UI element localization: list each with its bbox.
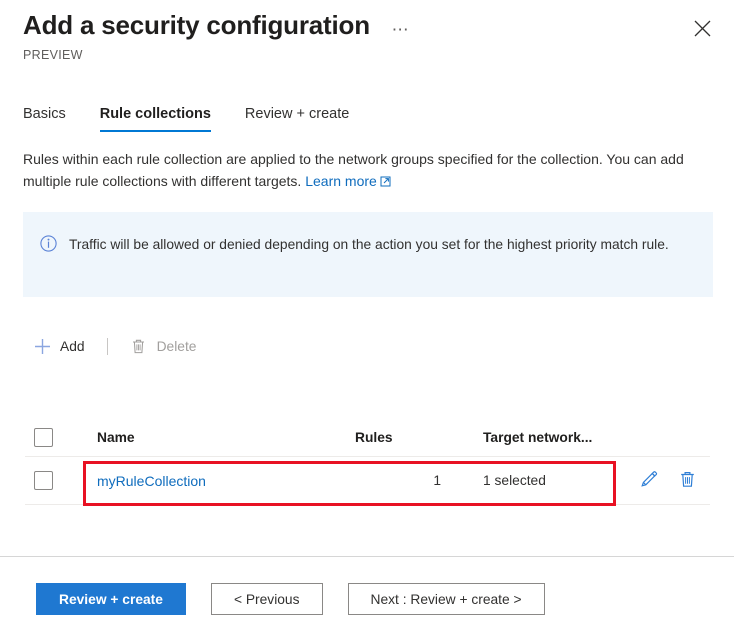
add-button-label: Add xyxy=(60,338,85,354)
delete-row-button[interactable] xyxy=(672,466,702,496)
tab-bar: Basics Rule collections Review + create xyxy=(23,100,383,132)
cell-rules-value: 1 xyxy=(433,473,441,488)
select-all-cell xyxy=(25,427,73,447)
add-security-configuration-blade: Add a security configuration ⋯ PREVIEW B… xyxy=(0,0,734,624)
edit-row-button[interactable] xyxy=(634,466,664,496)
command-bar: Add Delete xyxy=(23,328,206,364)
cell-row-actions xyxy=(612,466,710,496)
pencil-icon xyxy=(640,470,658,491)
page-title: Add a security configuration xyxy=(23,10,370,40)
row-checkbox[interactable] xyxy=(34,471,53,490)
cell-name: myRuleCollection xyxy=(73,473,355,489)
review-create-button[interactable]: Review + create xyxy=(36,583,186,615)
blade-header: Add a security configuration ⋯ PREVIEW xyxy=(0,0,734,86)
tab-basics[interactable]: Basics xyxy=(23,106,66,132)
column-header-rules[interactable]: Rules xyxy=(355,430,462,445)
preview-badge: PREVIEW xyxy=(23,48,83,62)
description-text: Rules within each rule collection are ap… xyxy=(23,148,713,193)
command-separator xyxy=(106,337,108,355)
learn-more-link[interactable]: Learn more xyxy=(305,173,391,189)
plus-icon xyxy=(33,337,51,355)
info-banner: Traffic will be allowed or denied depend… xyxy=(23,212,713,297)
previous-button[interactable]: < Previous xyxy=(210,583,323,615)
delete-button[interactable]: Delete xyxy=(120,330,207,362)
tab-rule-collections[interactable]: Rule collections xyxy=(99,106,212,132)
next-review-create-button[interactable]: Next : Review + create > xyxy=(347,583,545,615)
title-row: Add a security configuration ⋯ xyxy=(23,8,414,42)
footer-divider xyxy=(0,556,734,557)
table-header-row: Name Rules Target network... xyxy=(25,418,710,457)
learn-more-label: Learn more xyxy=(305,173,377,189)
cell-rules: 1 xyxy=(355,473,462,488)
select-all-checkbox[interactable] xyxy=(34,427,53,447)
tab-review-create[interactable]: Review + create xyxy=(245,106,349,132)
close-icon[interactable] xyxy=(686,12,718,44)
footer-actions: Review + create < Previous Next : Review… xyxy=(36,583,570,615)
more-options-icon[interactable]: ⋯ xyxy=(388,19,414,41)
external-link-icon xyxy=(380,171,391,193)
rule-collections-table: Name Rules Target network... myRuleColle… xyxy=(25,418,710,505)
add-button[interactable]: Add xyxy=(23,330,95,362)
table-row[interactable]: myRuleCollection 1 1 selected xyxy=(25,457,710,505)
column-header-target-network[interactable]: Target network... xyxy=(462,430,612,445)
trash-icon xyxy=(130,337,148,355)
trash-icon xyxy=(679,470,696,491)
delete-button-label: Delete xyxy=(156,338,197,354)
column-header-name[interactable]: Name xyxy=(73,430,355,445)
cell-target-network: 1 selected xyxy=(483,473,546,488)
info-banner-text: Traffic will be allowed or denied depend… xyxy=(69,237,669,252)
rule-collection-link[interactable]: myRuleCollection xyxy=(97,473,206,489)
info-circle-icon xyxy=(40,235,57,252)
row-select-cell xyxy=(25,471,73,490)
